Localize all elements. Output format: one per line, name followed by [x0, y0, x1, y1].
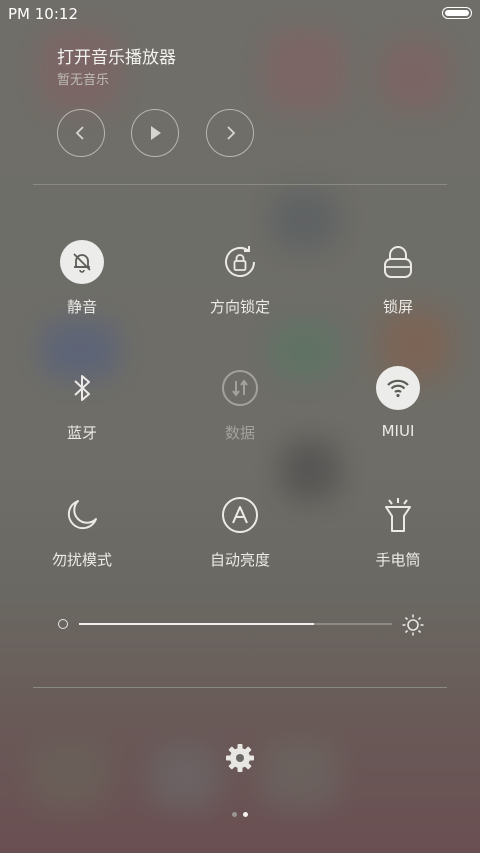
auto-brightness-icon [218, 493, 262, 537]
toggle-label: 蓝牙 [66, 424, 97, 442]
toggle-label: 锁屏 [382, 298, 413, 316]
music-player-title[interactable]: 打开音乐播放器 [57, 43, 176, 68]
lock-icon [376, 240, 420, 284]
bluetooth-icon [60, 366, 104, 410]
chevron-right-icon [227, 126, 236, 140]
previous-button[interactable] [57, 109, 105, 157]
toggle-wifi[interactable]: MIUI [338, 366, 458, 440]
chevron-left-icon [75, 126, 84, 140]
brightness-min-icon [58, 619, 68, 629]
brightness-slider[interactable] [79, 623, 392, 625]
play-button[interactable] [131, 109, 179, 157]
battery-icon [442, 7, 472, 19]
bell-off-icon [60, 240, 104, 284]
wifi-icon [376, 366, 420, 410]
flashlight-icon [376, 493, 420, 537]
toggle-label: 数据 [224, 424, 255, 442]
divider-top [33, 184, 447, 185]
settings-button[interactable] [224, 742, 256, 774]
status-bar: PM 10:12 [0, 0, 480, 28]
next-button[interactable] [206, 109, 254, 157]
toggle-label: 手电筒 [375, 551, 421, 569]
mobile-data-icon [218, 366, 262, 410]
play-icon [151, 126, 161, 140]
toggle-silent[interactable]: 静音 [22, 240, 142, 317]
toggle-auto-brightness[interactable]: 自动亮度 [180, 493, 300, 570]
page-indicator [0, 812, 480, 817]
page-dot-active [243, 812, 248, 817]
toggle-rotation-lock[interactable]: 方向锁定 [180, 240, 300, 317]
toggle-label: 勿扰模式 [51, 551, 112, 569]
toggle-label: 静音 [66, 298, 97, 316]
music-status: 暂无音乐 [57, 73, 110, 88]
toggle-label: 自动亮度 [209, 551, 270, 569]
page-dot [232, 812, 237, 817]
rotation-lock-icon [218, 240, 262, 284]
brightness-slider-fill [79, 623, 314, 625]
toggle-flashlight[interactable]: 手电筒 [338, 493, 458, 570]
toggle-lock-screen[interactable]: 锁屏 [338, 240, 458, 317]
moon-icon [60, 493, 104, 537]
gear-icon [226, 744, 254, 772]
status-time: PM 10:12 [8, 5, 78, 23]
toggle-bluetooth[interactable]: 蓝牙 [22, 366, 142, 443]
toggle-do-not-disturb[interactable]: 勿扰模式 [22, 493, 142, 570]
toggle-mobile-data[interactable]: 数据 [180, 366, 300, 443]
toggle-label: MIUI [381, 422, 415, 440]
brightness-max-icon [402, 614, 424, 636]
toggle-label: 方向锁定 [209, 298, 270, 316]
divider-bottom [33, 687, 447, 688]
